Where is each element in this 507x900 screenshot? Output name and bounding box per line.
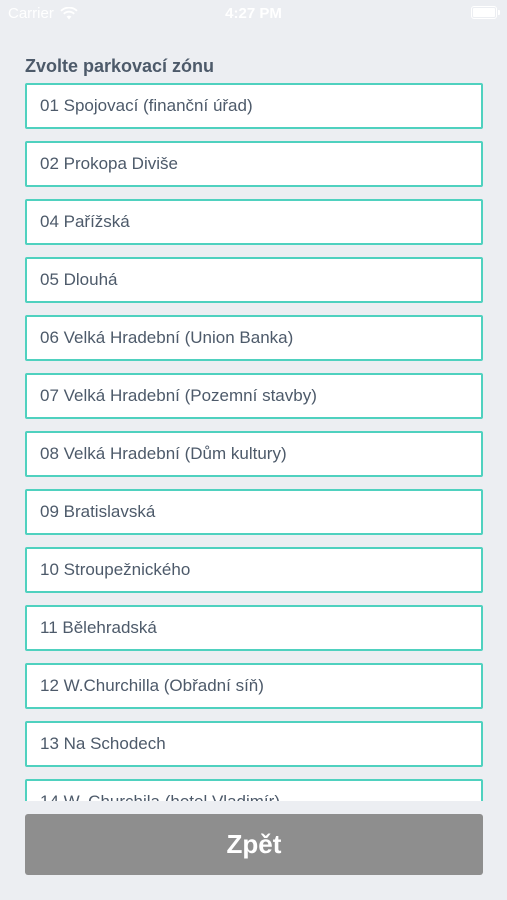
zone-list[interactable]: 01 Spojovací (finanční úřad) 02 Prokopa … — [25, 83, 483, 801]
zone-item[interactable]: 08 Velká Hradební (Dům kultury) — [25, 431, 483, 477]
zone-item[interactable]: 11 Bělehradská — [25, 605, 483, 651]
zone-item[interactable]: 12 W.Churchilla (Obřadní síň) — [25, 663, 483, 709]
zone-item[interactable]: 05 Dlouhá — [25, 257, 483, 303]
zone-item[interactable]: 13 Na Schodech — [25, 721, 483, 767]
zone-item[interactable]: 09 Bratislavská — [25, 489, 483, 535]
zone-item[interactable]: 07 Velká Hradební (Pozemní stavby) — [25, 373, 483, 419]
zone-item[interactable]: 14 W. Churchila (hotel Vladimír) — [25, 779, 483, 801]
zone-item[interactable]: 02 Prokopa Diviše — [25, 141, 483, 187]
page-title: Zvolte parkovací zónu — [25, 56, 215, 76]
zone-item[interactable]: 01 Spojovací (finanční úřad) — [25, 83, 483, 129]
back-button[interactable]: Zpět — [25, 814, 483, 875]
zone-item[interactable]: 04 Pařížská — [25, 199, 483, 245]
battery-icon — [471, 6, 500, 19]
zone-item[interactable]: 10 Stroupežnického — [25, 547, 483, 593]
status-bar: Carrier 4:27 PM — [0, 0, 507, 28]
zone-item[interactable]: 06 Velká Hradební (Union Banka) — [25, 315, 483, 361]
status-time: 4:27 PM — [225, 5, 282, 22]
